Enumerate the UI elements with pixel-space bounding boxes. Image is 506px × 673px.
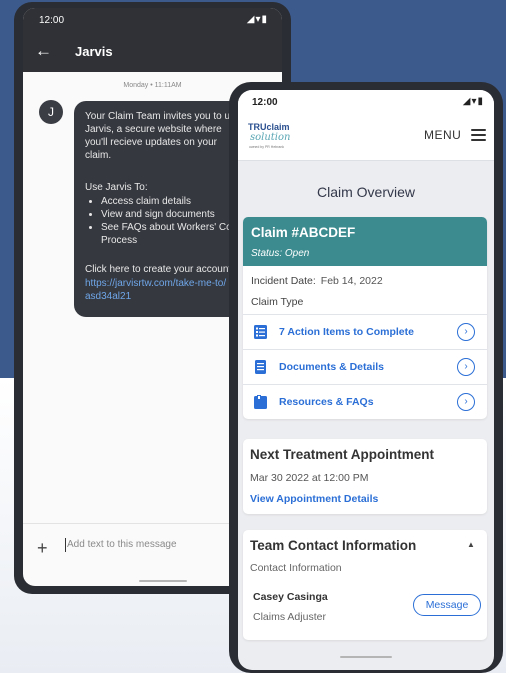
incident-date-value: Feb 14, 2022: [320, 275, 383, 287]
action-items-row[interactable]: 7 Action Items to Complete ›: [243, 314, 487, 350]
message-click-text: Click here to create your account: [85, 264, 232, 275]
home-indicator: [139, 580, 187, 582]
resources-label: Resources & FAQs: [279, 396, 374, 408]
logo-script: solution: [250, 132, 291, 143]
team-contact-card: Team Contact Information ▲ Contact Infor…: [243, 530, 487, 640]
incident-date-row: Incident Date: Feb 14, 2022: [251, 275, 383, 287]
appointment-datetime: Mar 30 2022 at 12:00 PM: [250, 472, 369, 484]
logo-tagline: owned by PR Hebrank: [249, 145, 285, 149]
message-link[interactable]: https://jarvisrtw.com/take-me-to/ asd34a…: [85, 277, 226, 303]
documents-row[interactable]: Documents & Details ›: [243, 349, 487, 385]
chevron-right-icon[interactable]: ›: [457, 393, 475, 411]
team-contact-title: Team Contact Information: [250, 538, 417, 553]
phone-claim-app: 12:00 ◢▾▮ TRUclaim solution owned by PR …: [229, 82, 503, 673]
chevron-right-icon[interactable]: ›: [457, 358, 475, 376]
logo-wordmark: TRUclaim: [248, 122, 290, 132]
sender-avatar[interactable]: J: [39, 100, 63, 124]
claim-status: Status: Open: [251, 248, 310, 259]
collapse-caret-icon[interactable]: ▲: [467, 540, 475, 549]
message-contact-button[interactable]: Message: [413, 594, 481, 616]
incident-date-label: Incident Date:: [251, 275, 316, 287]
claim-card-header: Claim #ABCDEF Status: Open: [243, 217, 487, 266]
home-indicator: [340, 656, 392, 658]
app-header: TRUclaim solution owned by PR Hebrank ME…: [238, 112, 494, 161]
checklist-icon: [254, 325, 267, 339]
add-attachment-icon[interactable]: +: [37, 538, 48, 559]
message-input[interactable]: [65, 538, 209, 551]
claim-type-label: Claim Type: [251, 296, 304, 308]
contact-role: Claims Adjuster: [253, 611, 326, 623]
folder-icon: [254, 395, 267, 409]
action-items-label: 7 Action Items to Complete: [279, 326, 414, 338]
truclaim-logo[interactable]: TRUclaim solution owned by PR Hebrank: [248, 122, 296, 152]
hamburger-menu-icon[interactable]: [471, 129, 486, 141]
status-time: 12:00: [39, 15, 65, 26]
contact-info-subtitle: Contact Information: [250, 562, 342, 574]
resources-row[interactable]: Resources & FAQs ›: [243, 384, 487, 419]
appointment-card: Next Treatment Appointment Mar 30 2022 a…: [243, 439, 487, 514]
message-use-heading: Use Jarvis To:: [85, 182, 148, 193]
status-icons: ◢▾▮: [462, 96, 484, 107]
view-appointment-link[interactable]: View Appointment Details: [250, 493, 378, 505]
conversation-title: Jarvis: [75, 44, 113, 59]
messages-app-bar: ← Jarvis: [23, 32, 282, 72]
claim-card: Claim #ABCDEF Status: Open Incident Date…: [243, 217, 487, 419]
status-icons: ◢▾▮: [246, 14, 268, 25]
status-time: 12:00: [252, 97, 278, 108]
contact-name: Casey Casinga: [253, 591, 328, 603]
status-bar: 12:00 ◢▾▮: [238, 90, 494, 112]
menu-button[interactable]: MENU: [424, 128, 461, 142]
status-bar: 12:00 ◢▾▮: [23, 8, 282, 32]
appointment-title: Next Treatment Appointment: [250, 447, 435, 462]
documents-label: Documents & Details: [279, 361, 385, 373]
claim-app-screen: 12:00 ◢▾▮ TRUclaim solution owned by PR …: [238, 90, 494, 670]
back-arrow-icon[interactable]: ←: [35, 41, 52, 61]
page-title: Claim Overview: [316, 184, 415, 200]
document-icon: [255, 360, 266, 374]
chevron-right-icon[interactable]: ›: [457, 323, 475, 341]
claim-number: Claim #ABCDEF: [251, 225, 356, 240]
